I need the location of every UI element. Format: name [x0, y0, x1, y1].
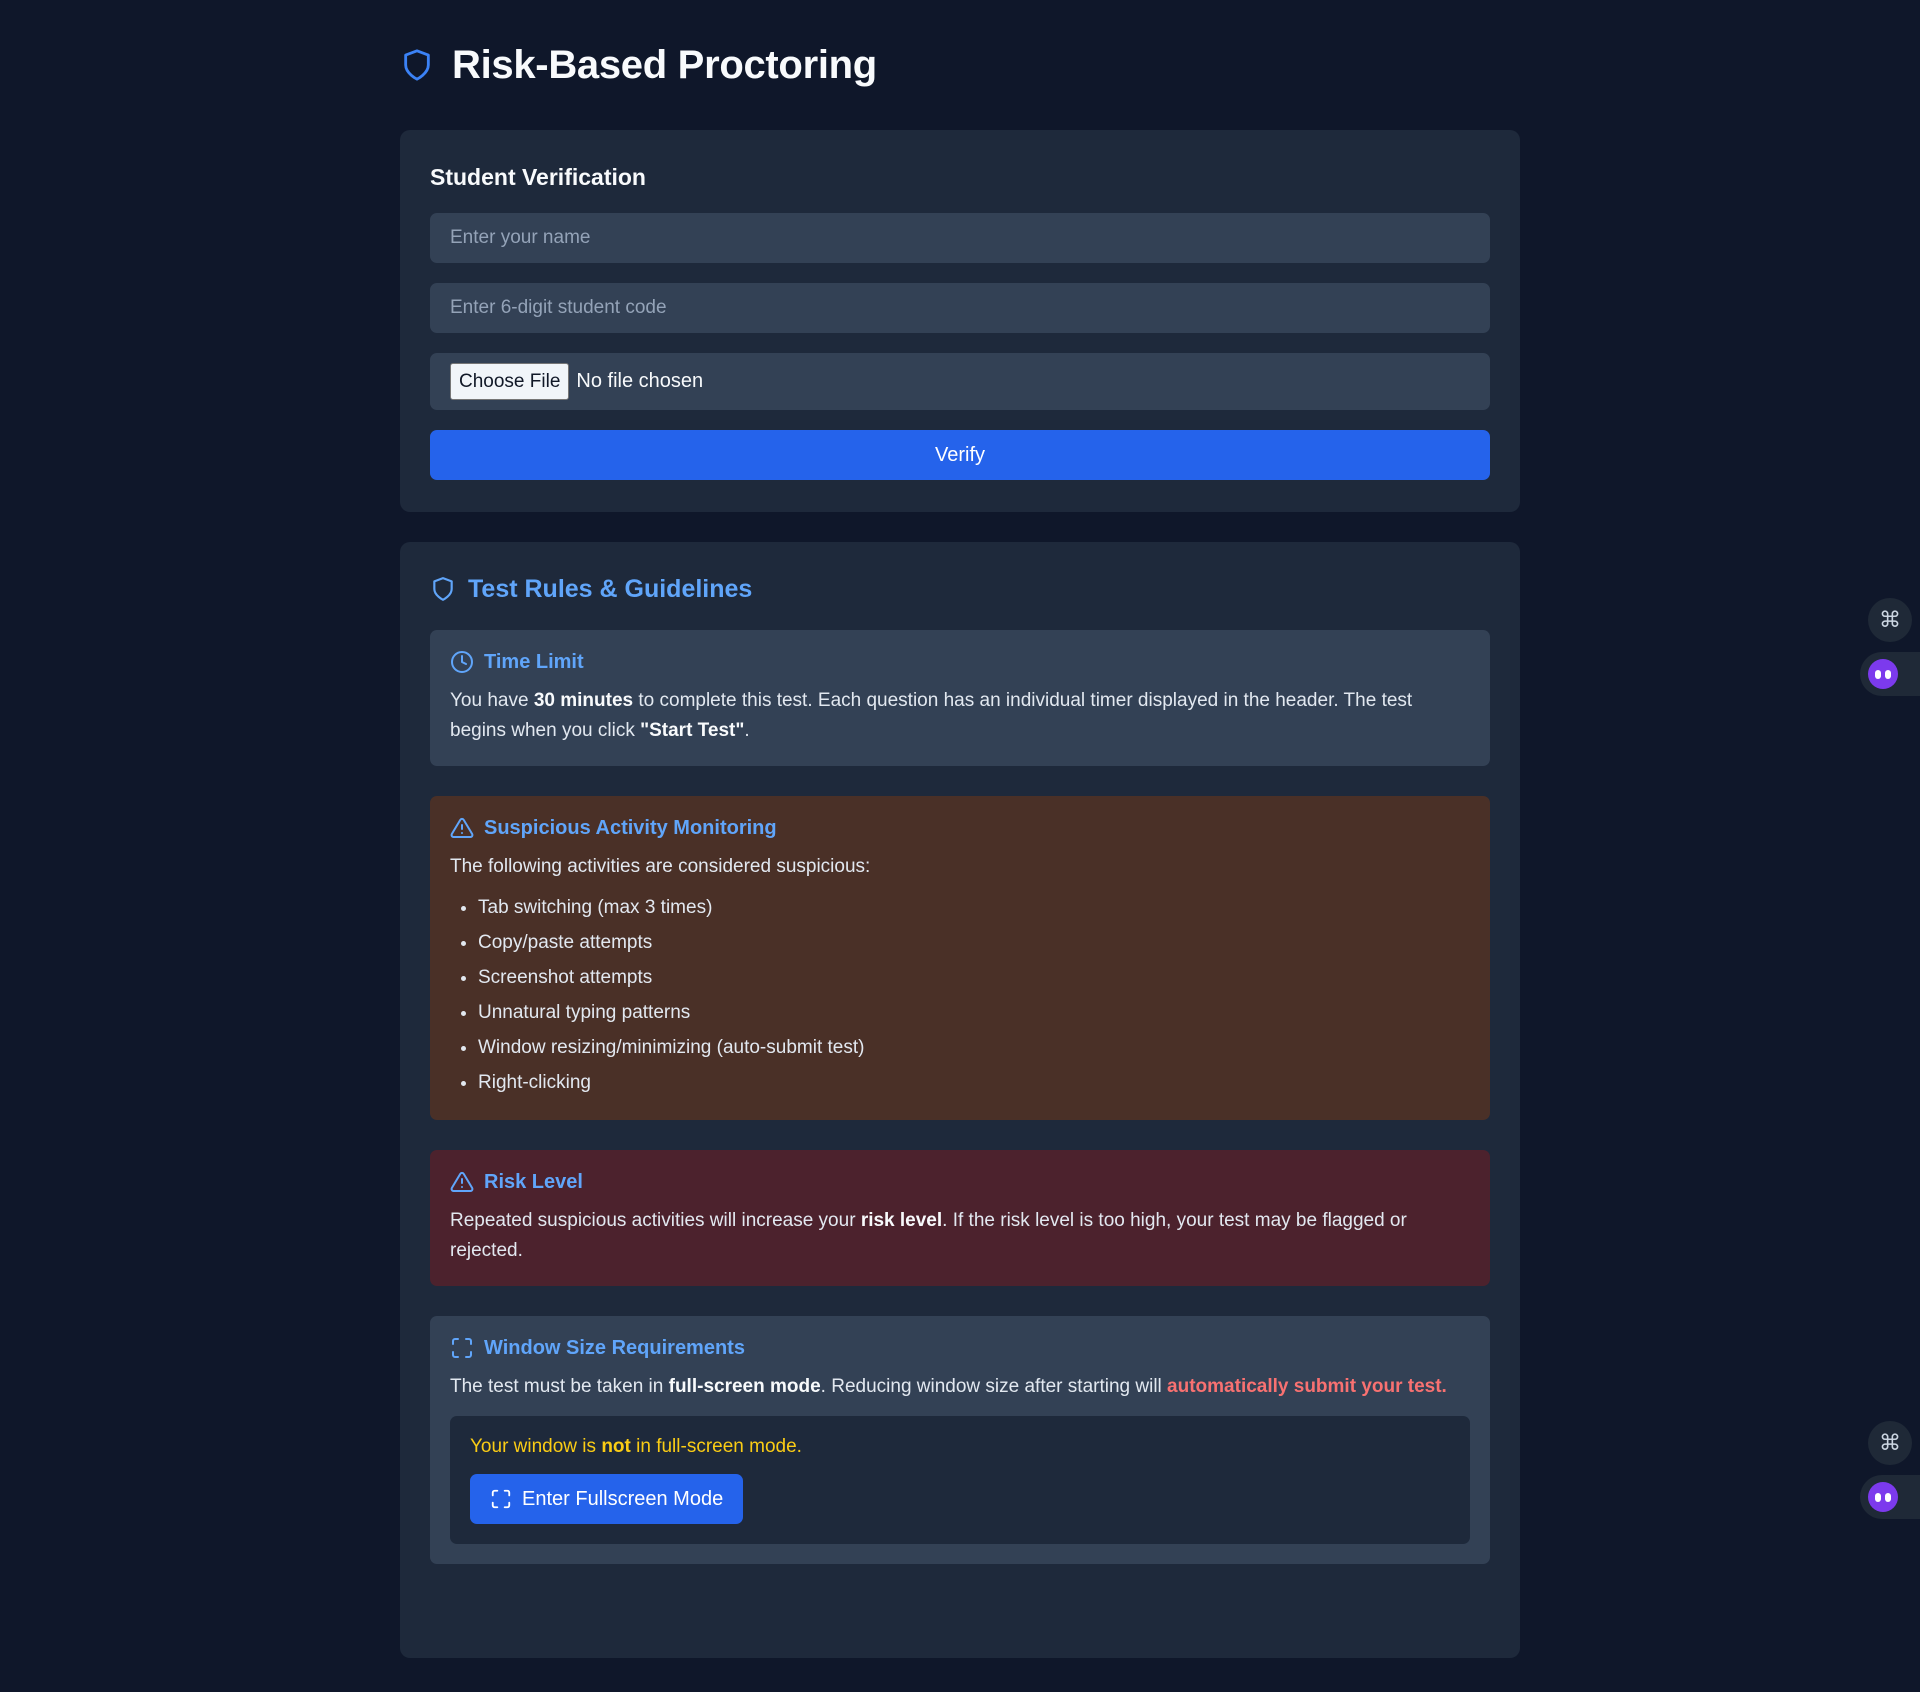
- list-item: Tab switching (max 3 times): [478, 890, 1470, 925]
- enter-fullscreen-button[interactable]: Enter Fullscreen Mode: [470, 1474, 744, 1524]
- suspicious-activity-box: Suspicious Activity Monitoring The follo…: [430, 796, 1490, 1120]
- enter-fullscreen-label: Enter Fullscreen Mode: [522, 1487, 724, 1510]
- shield-icon: [430, 574, 456, 604]
- verify-button[interactable]: Verify: [430, 430, 1490, 480]
- time-limit-title: Time Limit: [484, 650, 584, 673]
- suspicious-intro: The following activities are considered …: [450, 856, 871, 877]
- student-code-input[interactable]: [430, 283, 1490, 333]
- file-status-text: No file chosen: [576, 370, 704, 392]
- risk-level-text: Repeated suspicious activities will incr…: [450, 1210, 1407, 1261]
- shield-icon: [400, 46, 434, 84]
- maximize-icon: [450, 1336, 474, 1360]
- main-container: Risk-Based Proctoring Student Verificati…: [400, 0, 1520, 1658]
- maximize-icon: [490, 1488, 512, 1510]
- list-item: Screenshot attempts: [478, 960, 1470, 995]
- app-header: Risk-Based Proctoring: [400, 0, 1520, 130]
- page: Risk-Based Proctoring Student Verificati…: [0, 0, 1920, 1692]
- file-upload-field: Choose File No file chosen: [430, 353, 1490, 410]
- suspicious-activity-heading: Suspicious Activity Monitoring: [450, 816, 1470, 840]
- student-verification-card: Student Verification Choose File No file…: [400, 130, 1520, 512]
- full-screen-emphasis: full-screen mode: [668, 1376, 821, 1397]
- auto-submit-warning: automatically submit your test.: [1167, 1376, 1447, 1397]
- verification-title: Student Verification: [430, 164, 646, 190]
- window-size-title: Window Size Requirements: [484, 1336, 745, 1359]
- time-limit-heading: Time Limit: [450, 650, 1470, 674]
- assistant-bot-button[interactable]: [1860, 652, 1920, 696]
- assistant-bot-icon: [1868, 1482, 1898, 1512]
- command-icon[interactable]: ⌘: [1868, 1421, 1912, 1465]
- suspicious-activity-list: Tab switching (max 3 times) Copy/paste a…: [450, 890, 1470, 1100]
- time-limit-box: Time Limit You have 30 minutes to comple…: [430, 630, 1490, 766]
- test-rules-card: Test Rules & Guidelines Time Limit You h…: [400, 542, 1520, 1658]
- start-test-reference: "Start Test": [640, 720, 745, 741]
- list-item: Window resizing/minimizing (auto-submit …: [478, 1030, 1470, 1065]
- time-limit-duration: 30 minutes: [533, 690, 634, 711]
- fullscreen-status-panel: Your window is not in full-screen mode. …: [450, 1416, 1470, 1544]
- list-item: Right-clicking: [478, 1065, 1470, 1100]
- time-limit-text: You have 30 minutes to complete this tes…: [450, 690, 1413, 741]
- clock-icon: [450, 650, 474, 674]
- side-widget-top: ⌘: [1860, 598, 1920, 696]
- list-item: Unnatural typing patterns: [478, 995, 1470, 1030]
- risk-level-emphasis: risk level: [860, 1210, 943, 1231]
- assistant-bot-button[interactable]: [1860, 1475, 1920, 1519]
- rules-heading: Test Rules & Guidelines: [430, 574, 1490, 604]
- risk-level-heading: Risk Level: [450, 1170, 1470, 1194]
- risk-level-box: Risk Level Repeated suspicious activitie…: [430, 1150, 1490, 1286]
- side-widget-bottom: ⌘: [1860, 1421, 1920, 1519]
- choose-file-button[interactable]: Choose File: [450, 363, 570, 400]
- name-input[interactable]: [430, 213, 1490, 263]
- window-size-box: Window Size Requirements The test must b…: [430, 1316, 1490, 1564]
- page-title: Risk-Based Proctoring: [452, 42, 877, 87]
- suspicious-activity-title: Suspicious Activity Monitoring: [484, 816, 777, 839]
- warning-triangle-icon: [450, 1170, 474, 1194]
- window-size-heading: Window Size Requirements: [450, 1336, 1470, 1360]
- assistant-bot-icon: [1868, 659, 1898, 689]
- rules-title: Test Rules & Guidelines: [468, 574, 753, 603]
- window-size-text: The test must be taken in full-screen mo…: [450, 1376, 1447, 1397]
- command-icon[interactable]: ⌘: [1868, 598, 1912, 642]
- list-item: Copy/paste attempts: [478, 925, 1470, 960]
- warning-triangle-icon: [450, 816, 474, 840]
- risk-level-title: Risk Level: [484, 1170, 583, 1193]
- fullscreen-status-text: Your window is not in full-screen mode.: [470, 1436, 802, 1457]
